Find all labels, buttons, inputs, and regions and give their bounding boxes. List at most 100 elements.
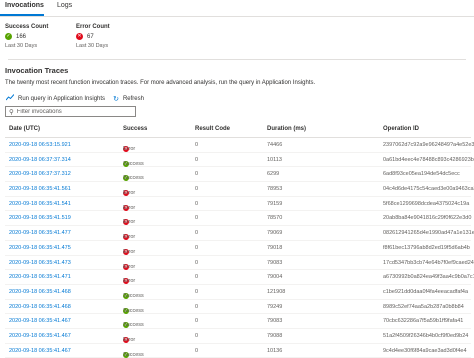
status-text: Error [123, 219, 136, 226]
operation-id-cell: 04c4d6de4175c54caed3e00a9463ca3 [383, 186, 474, 193]
duration-cell: 79159 [267, 200, 283, 207]
table-row: 2020-09-18 06:35:41.477 ✕ Error 0 79069 08261… [5, 226, 474, 241]
error-count-label: Error Count [76, 24, 110, 30]
invocation-date-link[interactable]: 2020-09-18 06:35:41.471 [9, 274, 71, 280]
duration-cell: 79069 [267, 230, 283, 237]
operation-id-cell: 8989c52ef74aa5a2b287a0b8b84 [383, 303, 464, 310]
refresh-icon: ↻ [113, 95, 119, 103]
invocation-date-link[interactable]: 2020-09-18 06:53:15.921 [9, 142, 71, 148]
result-code-cell: 0 [195, 186, 199, 193]
result-code-cell: 0 [195, 318, 199, 325]
column-success[interactable]: Success [123, 126, 147, 132]
status-text: Error [123, 204, 136, 211]
error-count-period: Last 30 Days [76, 43, 109, 49]
operation-id-cell: 6ad8f93ce05ea194de54dc5ecc [383, 171, 460, 178]
tab-bar: Invocations Logs [0, 0, 474, 17]
status-text: Success [123, 322, 144, 329]
invocation-date-link[interactable]: 2020-09-18 06:35:41.468 [9, 289, 71, 295]
table-row: 2020-09-18 06:35:41.561 ✕ Error 0 78953 04c4d… [5, 182, 474, 197]
operation-id-cell: 20ab8ba84e9041816c29f0f622e3d0 [383, 215, 472, 222]
table-row: 2020-09-18 06:35:41.541 ✕ Error 0 79159 5f68c… [5, 197, 471, 212]
table-row: 2020-09-18 06:35:41.471 ✕ Error 0 79004 a6730… [5, 270, 474, 285]
error-count-card: Error Count ✕ 67 Last 30 Days [76, 24, 110, 49]
success-check-icon: ✓ [5, 33, 12, 40]
invocation-date-link[interactable]: 2020-09-18 06:35:41.467 [9, 333, 71, 339]
operation-id-cell: 082612941265d4e1990ad47a1e131e [383, 230, 474, 237]
table-header: Date (UTC) Success Result Code Duration … [5, 124, 471, 138]
column-result-code[interactable]: Result Code [195, 126, 230, 132]
filter-invocations-input[interactable] [16, 108, 127, 115]
duration-cell: 78953 [267, 186, 283, 193]
table-row: 2020-09-18 06:35:41.467 ✓ Success 0 10136 9c4… [5, 344, 471, 358]
duration-cell: 78570 [267, 215, 283, 222]
invocation-traces-title: Invocation Traces [5, 66, 69, 75]
operation-id-cell: 0a61bd4eec4e78488c893c4286923b [383, 156, 474, 163]
table-row: 2020-09-18 06:35:41.475 ✕ Error 0 79018 f8f61… [5, 241, 471, 256]
filter-icon: ⚲ [9, 108, 14, 116]
status-text: Error [123, 248, 136, 255]
status-text: Error [123, 278, 136, 285]
status-text: Error [123, 234, 136, 241]
table-row: 2020-09-18 06:37:37.314 ✓ Success 0 10113 0a6… [5, 153, 474, 168]
duration-cell: 6299 [267, 171, 280, 178]
invocation-date-link[interactable]: 2020-09-18 06:35:41.467 [9, 348, 71, 354]
success-count-card: Success Count ✓ 166 Last 30 Days [5, 24, 48, 49]
run-query-button[interactable]: Run query in Application Insights [5, 94, 106, 103]
operation-id-cell: 2397062d7c92a9e9624849?a4e52e3 [383, 142, 474, 148]
status-text: Error [123, 190, 136, 197]
duration-cell: 79004 [267, 274, 283, 281]
operation-id-cell: 17cd5347bb3cb74e64b7f0ef9caed24 [383, 259, 474, 266]
operation-id-cell: f8f61bec13796ab8d2ed19f5d6ab4b [383, 244, 470, 251]
duration-cell: 79083 [267, 259, 283, 266]
operation-id-cell: 9c4d4ee30f6f84a9cae3ad3d0f4e4 [383, 347, 467, 354]
tab-invocations[interactable]: Invocations [5, 2, 44, 9]
invocation-date-link[interactable]: 2020-09-18 06:37:37.314 [9, 157, 71, 163]
table-body: 2020-09-18 06:53:15.921 ✕ Error 0 74466 23970… [5, 138, 474, 358]
result-code-cell: 0 [195, 171, 199, 178]
run-query-label: Run query in Application Insights [18, 95, 106, 102]
column-duration[interactable]: Duration (ms) [267, 126, 306, 132]
result-code-cell: 0 [195, 288, 199, 295]
column-operation-id[interactable]: Operation ID [383, 126, 419, 132]
result-code-cell: 0 [195, 347, 199, 354]
table-row: 2020-09-18 06:35:41.468 ✓ Success 0 121908 c1… [5, 285, 471, 300]
tab-logs[interactable]: Logs [57, 2, 72, 9]
invocation-date-link[interactable]: 2020-09-18 06:35:41.519 [9, 215, 71, 221]
invocation-date-link[interactable]: 2020-09-18 06:35:41.473 [9, 260, 71, 266]
refresh-label: Refresh [122, 95, 144, 102]
refresh-button[interactable]: ↻ Refresh [113, 95, 144, 103]
table-row: 2020-09-18 06:35:41.519 ✕ Error 0 78570 20ab8… [5, 211, 472, 227]
operation-id-cell: 5f68ce1299698dcdea4375024c19a [383, 200, 470, 207]
error-x-icon: ✕ [76, 33, 83, 40]
result-code-cell: 0 [195, 215, 199, 222]
invocation-date-link[interactable]: 2020-09-18 06:35:41.468 [9, 304, 71, 310]
invocation-date-link[interactable]: 2020-09-18 06:35:41.541 [9, 201, 71, 207]
result-code-cell: 0 [195, 200, 199, 207]
status-text: Success [123, 307, 144, 314]
result-code-cell: 0 [195, 244, 199, 251]
duration-cell: 79249 [267, 303, 283, 310]
invocation-date-link[interactable]: 2020-09-18 06:35:41.561 [9, 186, 71, 192]
active-tab-indicator [0, 14, 44, 16]
success-count-value: 166 [16, 33, 27, 40]
status-text: Error [123, 263, 136, 270]
invocation-date-link[interactable]: 2020-09-18 06:35:41.467 [9, 318, 71, 324]
invocation-date-link[interactable]: 2020-09-18 06:37:37.312 [9, 171, 71, 177]
section-divider [8, 59, 466, 60]
invocation-traces-description: The twenty most recent function invocati… [5, 80, 316, 86]
result-code-cell: 0 [195, 259, 199, 266]
duration-cell: 121908 [267, 288, 286, 295]
invocation-date-link[interactable]: 2020-09-18 06:35:41.475 [9, 245, 71, 251]
table-row: 2020-09-18 06:35:41.473 ✕ Error 0 79083 17cd5… [5, 256, 474, 271]
duration-cell: 10113 [267, 156, 282, 163]
operation-id-cell: 70cbc632286a7f5a59b1ff9fafa41 [383, 318, 464, 325]
duration-cell: 74466 [267, 142, 283, 148]
result-code-cell: 0 [195, 274, 199, 281]
operation-id-cell: a6730992b0a824ea49f3aa4c9b0a7c1 [383, 274, 474, 281]
result-code-cell: 0 [195, 303, 199, 310]
invocation-date-link[interactable]: 2020-09-18 06:35:41.477 [9, 230, 71, 236]
invocations-table: Date (UTC) Success Result Code Duration … [5, 124, 474, 358]
column-date[interactable]: Date (UTC) [9, 126, 40, 132]
result-code-cell: 0 [195, 230, 199, 237]
duration-cell: 10136 [267, 347, 283, 354]
